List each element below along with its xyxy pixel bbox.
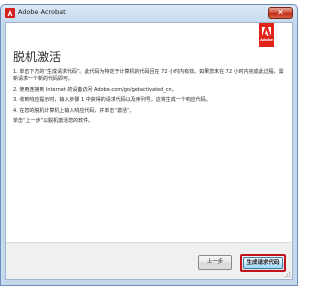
dialog-body: Adobe 脱机激活 1. 单击下方的“生成请求代码”。此代码为特定于计算机的代…: [5, 22, 293, 280]
adobe-acrobat-icon: [5, 8, 15, 18]
instruction-step-2: 2. 使用连接到 Internet 的设备访问 Adobe.com/go/get…: [13, 86, 177, 93]
generate-request-code-button[interactable]: 生成请求代码: [240, 254, 286, 272]
page-title: 脱机激活: [13, 50, 62, 64]
window-title: Adobe Acrobat: [18, 8, 66, 16]
close-button[interactable]: ✕: [268, 7, 293, 19]
close-icon: ✕: [277, 8, 284, 17]
instruction-back-hint: 单击“上一步”以脱机激活您的软件。: [13, 118, 94, 125]
generate-request-code-label: 生成请求代码: [243, 257, 283, 269]
button-bar: 上一步 生成请求代码: [6, 242, 292, 279]
instructions: 1. 单击下方的“生成请求代码”。此代码为特定于计算机的代码且在 72 小时内有…: [13, 69, 285, 129]
back-button[interactable]: 上一步: [198, 255, 232, 270]
adobe-logo: Adobe: [259, 23, 274, 47]
content-area: Adobe 脱机激活 1. 单击下方的“生成请求代码”。此代码为特定于计算机的代…: [6, 23, 292, 242]
resize-grip-icon[interactable]: [285, 272, 291, 278]
instruction-step-4: 4. 在您的脱机计算机上输入响应代码，并单击“激活”。: [13, 107, 135, 114]
app-window: Adobe Acrobat ✕ Adobe 脱机激活 1. 单击下方的“生成请求…: [0, 4, 298, 286]
title-bar[interactable]: Adobe Acrobat ✕: [1, 5, 297, 22]
instruction-step-3: 3. 收到响应提示时，输入步骤 1 中获得的请求代码以及序列号。这将生成一个响应…: [13, 97, 211, 104]
instruction-step-1: 1. 单击下方的“生成请求代码”。此代码为特定于计算机的代码且在 72 小时内有…: [13, 69, 284, 83]
adobe-logo-text: Adobe: [260, 38, 273, 42]
